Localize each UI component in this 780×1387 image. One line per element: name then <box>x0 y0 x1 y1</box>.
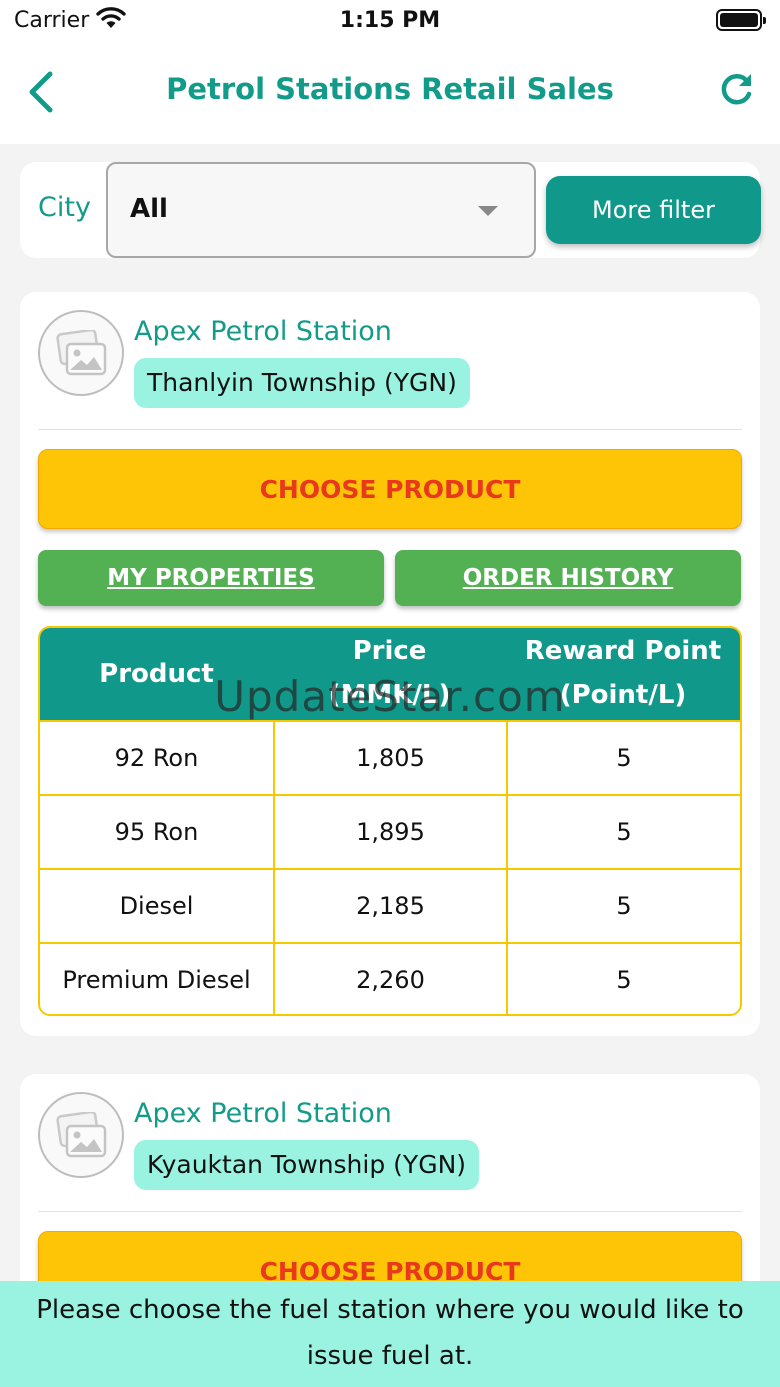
choose-product-button[interactable]: CHOOSE PRODUCT <box>38 449 742 529</box>
table-row: 92 Ron 1,805 5 <box>40 720 740 794</box>
table-row: Premium Diesel 2,260 5 <box>40 942 740 1014</box>
header-price-label: Price <box>352 636 427 666</box>
instruction-banner: Please choose the fuel station where you… <box>0 1281 780 1387</box>
divider <box>38 429 742 430</box>
cell-product: 92 Ron <box>114 744 199 772</box>
cell-price: 2,260 <box>273 944 506 1014</box>
battery-icon <box>716 9 766 31</box>
instruction-line-1: Please choose the fuel station where you… <box>36 1295 744 1325</box>
filter-bar: City All More filter <box>20 162 761 258</box>
station-avatar <box>38 310 124 396</box>
my-properties-button[interactable]: MY PROPERTIES <box>38 550 384 606</box>
cell-reward: 5 <box>506 796 740 868</box>
header-reward-label: Reward Point <box>524 636 722 666</box>
image-placeholder-icon <box>56 330 107 376</box>
cell-product: Premium Diesel <box>62 966 251 994</box>
refresh-icon[interactable] <box>716 70 756 110</box>
nav-bar: Petrol Stations Retail Sales <box>0 42 780 144</box>
township-badge: Thanlyin Township (YGN) <box>134 358 470 408</box>
station-name: Apex Petrol Station <box>134 1098 392 1129</box>
page-title: Petrol Stations Retail Sales <box>166 72 614 106</box>
cell-price: 1,895 <box>273 796 506 868</box>
table-row: 95 Ron 1,895 5 <box>40 794 740 868</box>
cell-product: 95 Ron <box>114 818 199 846</box>
station-name: Apex Petrol Station <box>134 316 392 347</box>
dropdown-caret-icon <box>478 206 498 216</box>
cell-product: Diesel <box>119 892 194 920</box>
order-history-button[interactable]: ORDER HISTORY <box>395 550 741 606</box>
cell-price: 1,805 <box>273 722 506 794</box>
table-row: Diesel 2,185 5 <box>40 868 740 942</box>
township-badge: Kyauktan Township (YGN) <box>134 1140 480 1190</box>
instruction-line-2: issue fuel at. <box>306 1341 474 1371</box>
city-dropdown[interactable]: All <box>106 162 536 258</box>
divider <box>38 1211 742 1212</box>
city-label: City <box>38 192 91 223</box>
more-filter-button[interactable]: More filter <box>546 176 761 244</box>
status-bar: Carrier 1:15 PM <box>0 0 780 42</box>
city-value: All <box>130 194 168 224</box>
image-placeholder-icon <box>56 1112 107 1158</box>
cell-reward: 5 <box>506 870 740 942</box>
station-avatar <box>38 1092 124 1178</box>
watermark: UpdateStar.com <box>214 672 566 721</box>
cell-price: 2,185 <box>273 870 506 942</box>
clock: 1:15 PM <box>339 8 441 33</box>
cell-reward: 5 <box>506 944 740 1014</box>
cell-reward: 5 <box>506 722 740 794</box>
station-card: Apex Petrol Station Thanlyin Township (Y… <box>20 292 760 1036</box>
